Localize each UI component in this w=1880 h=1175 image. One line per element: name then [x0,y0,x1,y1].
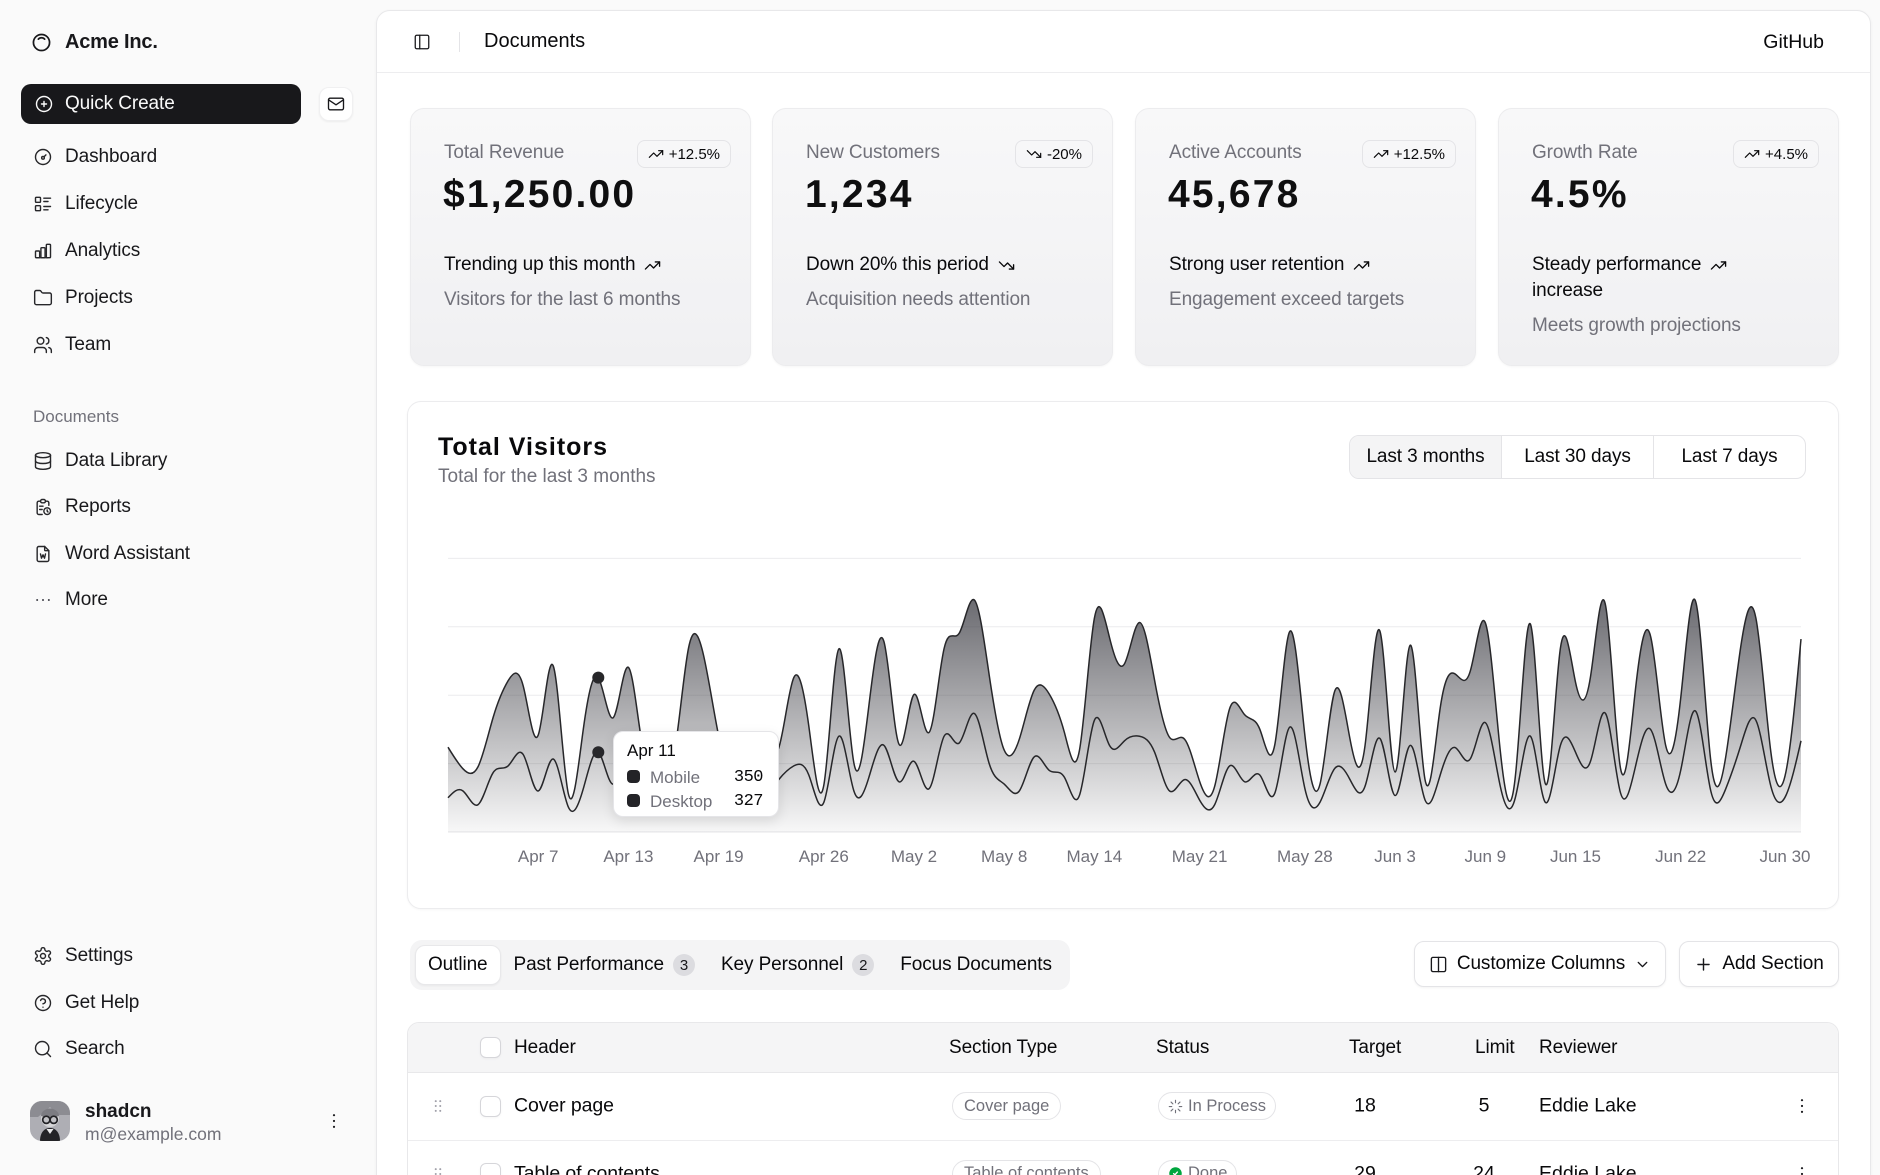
svg-text:May 14: May 14 [1067,847,1123,866]
svg-text:Jun 30: Jun 30 [1759,847,1810,866]
svg-text:Jun 9: Jun 9 [1465,847,1507,866]
svg-text:May 8: May 8 [981,847,1027,866]
svg-text:Apr 19: Apr 19 [694,847,744,866]
svg-text:Apr 26: Apr 26 [799,847,849,866]
svg-text:Jun 15: Jun 15 [1550,847,1601,866]
svg-text:May 28: May 28 [1277,847,1333,866]
svg-text:May 2: May 2 [891,847,937,866]
svg-text:Apr 13: Apr 13 [603,847,653,866]
svg-text:Apr 7: Apr 7 [518,847,559,866]
svg-text:May 21: May 21 [1172,847,1228,866]
svg-text:Jun 22: Jun 22 [1655,847,1706,866]
svg-text:Jun 3: Jun 3 [1374,847,1416,866]
